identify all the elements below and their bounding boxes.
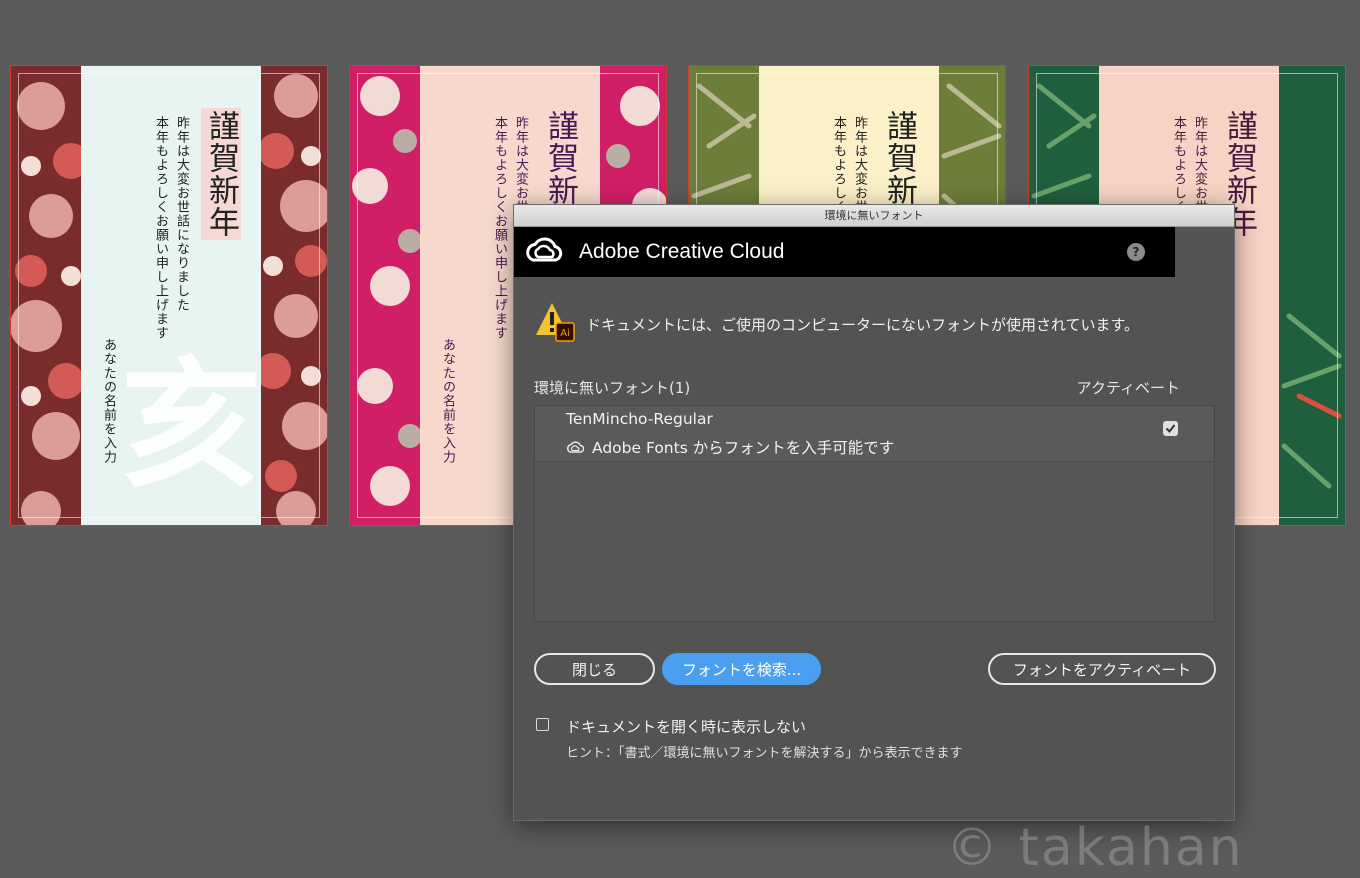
font-row[interactable]: TenMincho-Regular Adobe Fonts からフォントを入手可… — [535, 406, 1214, 462]
find-font-button[interactable]: フォントを検索... — [662, 653, 821, 685]
artboard-1: 亥 謹賀新年 昨年は大変お世話になりました 本年もよろしくお願い申し上げます あ… — [10, 65, 328, 526]
greeting-line-2: 本年もよろしくお願い申し上げます — [153, 116, 168, 340]
greeting-line-1: 昨年は大変お世 — [513, 116, 528, 214]
greeting-title: 謹賀新 — [881, 110, 917, 206]
banner-title: Adobe Creative Cloud — [579, 240, 785, 263]
watermark: © takahan — [946, 818, 1244, 878]
close-button[interactable]: 閉じる — [534, 653, 655, 685]
activate-checkbox[interactable] — [1163, 421, 1178, 436]
greeting-line-2: 本年もよろしく — [1171, 116, 1186, 214]
missing-fonts-label: 環境に無いフォント(1) — [534, 379, 691, 397]
dialog-titlebar[interactable]: 環境に無いフォント — [514, 205, 1234, 227]
missing-fonts-list[interactable]: TenMincho-Regular Adobe Fonts からフォントを入手可… — [534, 405, 1215, 622]
font-source-text: Adobe Fonts からフォントを入手可能です — [592, 439, 895, 457]
dont-show-checkbox[interactable] — [536, 718, 549, 731]
name-placeholder: あなたの名前を入力 — [101, 338, 116, 464]
greeting-line-1: 昨年は大変お世 — [1192, 116, 1207, 214]
check-icon — [1165, 424, 1176, 434]
zodiac-character: 亥 — [121, 344, 262, 508]
font-name: TenMincho-Regular — [566, 410, 713, 428]
activate-column-header: アクティベート — [1076, 379, 1180, 397]
help-icon[interactable]: ? — [1127, 243, 1145, 261]
greeting-line-1: 昨年は大変お世話になりました — [174, 116, 189, 312]
greeting-line-2: 本年もよろしくお願い申し上げます — [492, 116, 507, 340]
activate-fonts-button[interactable]: フォントをアクティベート — [988, 653, 1216, 685]
hint-text: ヒント：「書式／環境に無いフォントを解決する」から表示できます — [566, 746, 963, 761]
creative-cloud-banner: Adobe Creative Cloud ? — [514, 227, 1175, 277]
greeting-line-2: 本年もよろしく — [831, 116, 846, 214]
name-placeholder: あなたの名前を入力 — [440, 338, 455, 464]
creative-cloud-icon — [567, 441, 584, 453]
warning-illustrator-icon: Ai — [536, 303, 575, 342]
missing-fonts-dialog: 環境に無いフォント Adobe Creative Cloud ? Ai ドキュメ… — [513, 204, 1235, 821]
greeting-line-1: 昨年は大変お世 — [852, 116, 867, 214]
font-source: Adobe Fonts からフォントを入手可能です — [566, 436, 894, 458]
greeting-title: 謹賀新 — [542, 110, 578, 206]
dont-show-option: ドキュメントを開く時に表示しない ヒント：「書式／環境に無いフォントを解決する」… — [536, 716, 963, 761]
svg-text:Ai: Ai — [560, 328, 570, 339]
warning-message: ドキュメントには、ご使用のコンピューターにないフォントが使用されています。 — [586, 315, 1140, 334]
dont-show-label[interactable]: ドキュメントを開く時に表示しない — [566, 716, 963, 737]
creative-cloud-icon — [526, 237, 563, 262]
greeting-title: 謹賀新年 — [201, 108, 241, 240]
warning-row: Ai ドキュメントには、ご使用のコンピューターにないフォントが使用されています。 — [536, 301, 1139, 347]
